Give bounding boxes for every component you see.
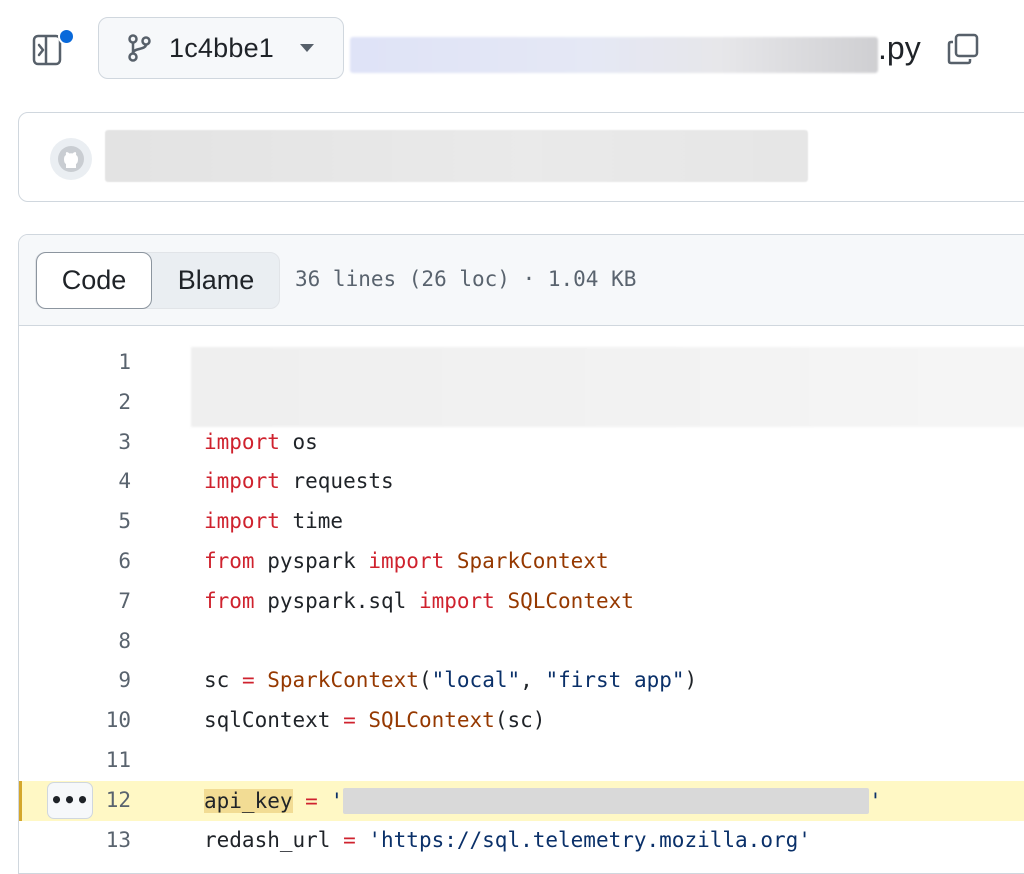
copy-path-button[interactable] [946,32,980,66]
code-text: time [279,509,344,534]
line-number[interactable]: 1 [81,350,131,374]
code-line: 13 redash_url = 'https://sql.telemetry.m… [19,821,1024,861]
line-content: import time [204,509,343,533]
class-name: SQLContext [355,708,495,733]
line-content: import os [204,430,318,454]
line-number[interactable]: 9 [81,668,131,692]
code-line: 8 [19,622,1024,662]
line-number[interactable]: 11 [81,748,131,772]
code-line: 10 sqlContext = SQLContext(sc) [19,701,1024,741]
expand-file-tree-button[interactable] [28,28,75,70]
line-content: sc = SparkContext("local", "first app") [204,668,697,692]
line-number[interactable]: 7 [81,589,131,613]
branch-selector-button[interactable]: 1c4bbe1 [98,17,344,79]
code-text: requests [279,469,394,494]
line-number[interactable]: 3 [81,430,131,454]
line-number[interactable]: 10 [81,708,131,732]
keyword: import [418,588,495,613]
line-number[interactable]: 2 [81,390,131,414]
line-number[interactable]: 8 [81,629,131,653]
line-content: redash_url = 'https://sql.telemetry.mozi… [204,828,811,852]
line-content: import requests [204,469,394,493]
copy-icon [947,33,979,65]
view-toggle: Code Blame [35,252,280,309]
keyword: import [204,469,280,494]
code-line: 9 sc = SparkContext("local", "first app"… [19,661,1024,701]
line-number[interactable]: 12 [81,788,131,812]
commit-message-redacted [105,130,808,182]
class-name: SparkContext [254,668,419,693]
git-branch-icon [128,34,151,62]
line-content: sqlContext = SQLContext(sc) [204,708,545,732]
tab-blame[interactable]: Blame [152,253,280,308]
code-text: ) [684,668,698,693]
class-name: SparkContext [444,548,609,573]
string-literal: "first app" [545,668,685,693]
code-line: 6 from pyspark import SparkContext [19,542,1024,582]
file-path-redacted [350,37,878,73]
code-text: sqlContext [204,708,344,733]
api-key-redacted [343,787,870,814]
operator: = [343,708,356,733]
string-literal: 'https://sql.telemetry.mozilla.org' [355,827,811,852]
keyword: import [204,509,280,534]
triangle-down-icon [300,44,314,52]
notification-dot [58,28,75,45]
line-content: from pyspark.sql import SQLContext [204,589,634,613]
line-number[interactable]: 13 [81,828,131,852]
code-text: redash_url [204,827,344,852]
tab-code[interactable]: Code [36,252,152,309]
line-content: api_key = ' ' [204,787,882,814]
code-line: 11 [19,741,1024,781]
line-content: from pyspark import SparkContext [204,549,609,573]
line-number[interactable]: 4 [81,469,131,493]
code-line: 7 from pyspark.sql import SQLContext [19,582,1024,622]
file-extension: .py [878,30,921,66]
line-number[interactable]: 6 [81,549,131,573]
code-text: , [520,668,546,693]
commit-author-avatar[interactable] [50,138,92,180]
code-header: Code Blame 36 lines (26 loc) · 1.04 KB [19,235,1024,326]
code-line: 4 import requests [19,462,1024,502]
code-panel: Code Blame 36 lines (26 loc) · 1.04 KB 1… [18,234,1024,874]
keyword: from [204,548,255,573]
code-text: os [279,429,318,454]
code-line-highlighted: ••• 12 api_key = ' ' [19,780,1024,821]
operator: = [343,827,356,852]
code-line: 2 [19,383,1024,423]
code-line: 3 import os [19,423,1024,463]
string-quote: ' [330,788,344,813]
class-name: SQLContext [494,588,634,613]
operator: = [292,788,331,813]
keyword: import [368,548,445,573]
code-text: sc [204,668,242,693]
code-text: ( [418,668,432,693]
string-quote: ' [869,788,882,813]
code-text: pyspark.sql [254,588,419,613]
line-number[interactable]: 5 [81,509,131,533]
code-text: (sc) [494,708,546,733]
github-avatar-icon [58,146,84,172]
operator: = [241,668,255,693]
highlighted-variable: api_key [204,788,293,813]
branch-name: 1c4bbe1 [169,32,274,63]
file-meta: 36 lines (26 loc) · 1.04 KB [295,267,637,291]
code-lines: 1 2 3 import os 4 import requests 5 impo… [19,343,1024,860]
keyword: from [204,588,255,613]
code-line: 1 [19,343,1024,383]
code-text: pyspark [254,548,369,573]
keyword: import [204,429,280,454]
code-line: 5 import time [19,502,1024,542]
string-literal: "local" [431,668,521,693]
